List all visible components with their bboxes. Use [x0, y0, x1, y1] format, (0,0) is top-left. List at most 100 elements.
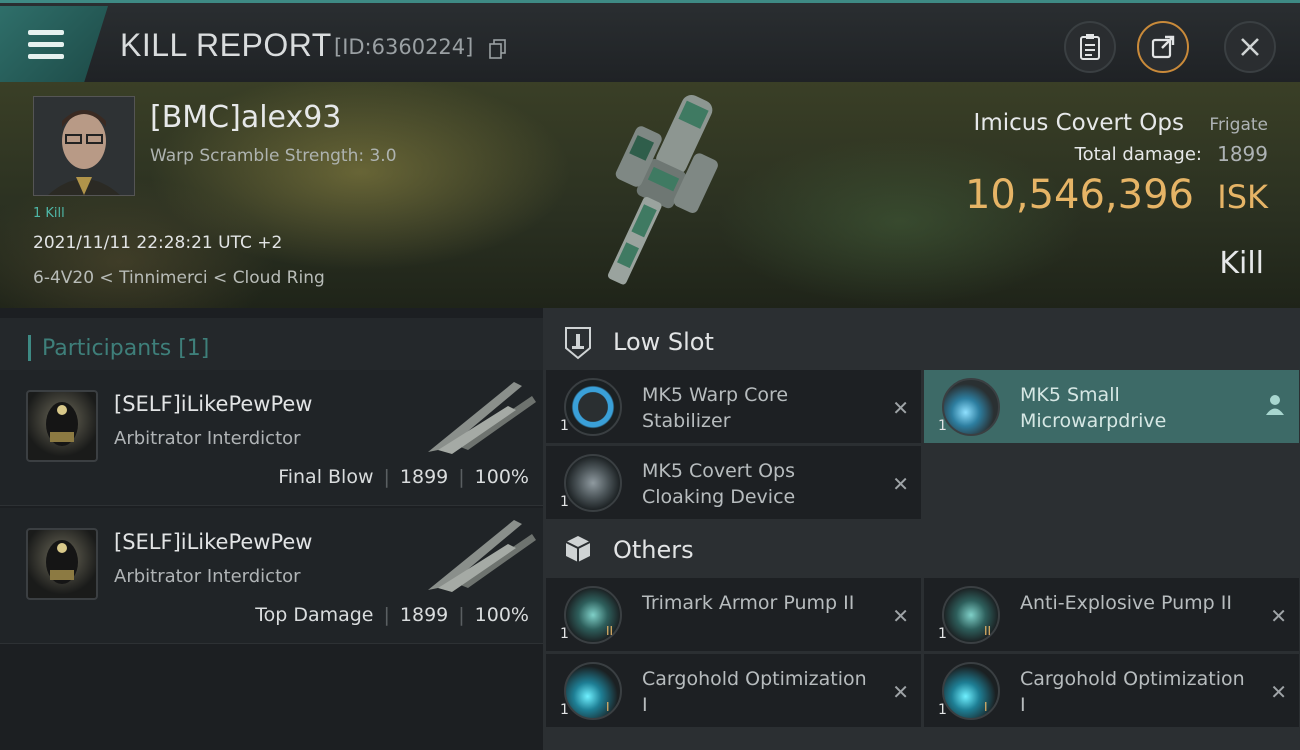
module-meta-level: II — [984, 624, 992, 638]
participant-ship-image — [428, 382, 536, 454]
participant-row[interactable]: [SELF]iLikePewPew Arbitrator Interdictor… — [0, 370, 543, 506]
module-item[interactable]: 1 I Cargohold Optimization I ✕ — [924, 654, 1299, 727]
helmet-icon — [46, 402, 78, 446]
close-icon — [1241, 38, 1259, 56]
participant-ship: Arbitrator Interdictor — [114, 428, 301, 449]
clipboard-icon — [1080, 34, 1100, 60]
menu-icon — [28, 30, 64, 35]
module-quantity: 1 — [938, 702, 947, 718]
others-header: Others — [543, 522, 1300, 578]
participant-tag: Final Blow — [278, 466, 374, 488]
participant-stats: Final Blow | 1899 | 100% — [278, 466, 529, 488]
module-meta-level: I — [606, 700, 610, 714]
module-item[interactable]: 1 MK5 Small Microwarpdrive — [924, 370, 1299, 443]
kill-count-tag: 1 Kill — [33, 206, 65, 221]
isk-unit: ISK — [1217, 178, 1268, 216]
result-label: Kill — [1219, 246, 1264, 281]
module-quantity: 1 — [560, 418, 569, 434]
module-item[interactable]: 1 MK5 Warp Core Stabilizer ✕ — [546, 370, 921, 443]
armor-pump-icon — [942, 586, 1000, 644]
participant-stats: Top Damage | 1899 | 100% — [255, 604, 529, 626]
participant-ship: Arbitrator Interdictor — [114, 566, 301, 587]
copy-icon[interactable] — [489, 39, 507, 59]
destroyed-icon: ✕ — [892, 472, 909, 496]
module-name: Cargohold Optimization I — [642, 668, 867, 716]
module-quantity: 1 — [560, 626, 569, 642]
destroyed-icon: ✕ — [1270, 680, 1287, 704]
others-title: Others — [613, 536, 694, 564]
module-quantity: 1 — [560, 702, 569, 718]
module-item[interactable]: 1 II Anti-Explosive Pump II ✕ — [924, 578, 1299, 651]
destroyed-icon: ✕ — [892, 680, 909, 704]
module-quantity: 1 — [938, 626, 947, 642]
clipboard-button[interactable] — [1064, 21, 1116, 73]
participant-name: [SELF]iLikePewPew — [114, 530, 313, 554]
victim-pilot-name[interactable]: [BMC]alex93 — [150, 100, 341, 135]
participant-damage: 1899 — [399, 604, 449, 626]
kill-location[interactable]: 6-4V20 < Tinnimerci < Cloud Ring — [33, 268, 325, 288]
destroyed-icon: ✕ — [1270, 604, 1287, 628]
module-item[interactable]: 1 I Cargohold Optimization I ✕ — [546, 654, 921, 727]
victim-ship-image — [608, 94, 718, 285]
menu-button[interactable] — [0, 6, 108, 82]
total-damage-value: 1899 — [1217, 142, 1268, 166]
participant-percent: 100% — [474, 466, 529, 488]
divider: | — [383, 604, 390, 626]
module-name: Trimark Armor Pump II — [642, 592, 855, 614]
victim-ship-name[interactable]: Imicus Covert Ops — [974, 110, 1184, 136]
isk-value: 10,546,396 — [964, 172, 1194, 218]
microwarpdrive-icon — [942, 378, 1000, 436]
close-button[interactable] — [1224, 21, 1276, 73]
cargohold-icon — [942, 662, 1000, 720]
participant-tag: Top Damage — [255, 604, 374, 626]
module-name: MK5 Warp Core Stabilizer — [642, 384, 789, 432]
total-damage-label: Total damage: — [1074, 144, 1202, 165]
module-name: MK5 Small Microwarpdrive — [1020, 384, 1167, 432]
participant-percent: 100% — [474, 604, 529, 626]
participants-header: Participants [1] — [0, 318, 543, 374]
module-item[interactable]: 1 II Trimark Armor Pump II ✕ — [546, 578, 921, 651]
destroyed-icon: ✕ — [892, 604, 909, 628]
warp-core-stabilizer-icon — [564, 378, 622, 436]
participant-row[interactable]: [SELF]iLikePewPew Arbitrator Interdictor… — [0, 508, 543, 644]
menu-icon-bar — [28, 54, 64, 59]
pilot-avatar — [34, 97, 134, 195]
victim-portrait[interactable] — [33, 96, 135, 196]
dropped-user-icon — [1266, 395, 1284, 415]
participant-name: [SELF]iLikePewPew — [114, 392, 313, 416]
participant-damage: 1899 — [399, 466, 449, 488]
victim-summary: [BMC]alex93 Warp Scramble Strength: 3.0 … — [0, 82, 1300, 308]
participants-panel: Participants [1] [SELF]iLikePewPew Arbit… — [0, 308, 543, 750]
helmet-icon — [46, 540, 78, 584]
module-name: MK5 Covert Ops Cloaking Device — [642, 460, 796, 508]
top-bar: KILL REPORT [ID:6360224] — [0, 0, 1300, 82]
module-name: Anti-Explosive Pump II — [1020, 592, 1232, 614]
divider: | — [383, 466, 390, 488]
participant-avatar — [26, 390, 98, 462]
low-slot-icon — [565, 327, 591, 360]
module-quantity: 1 — [938, 418, 947, 434]
cloaking-device-icon — [564, 454, 622, 512]
menu-icon-bar — [28, 42, 64, 47]
report-id: [ID:6360224] — [334, 35, 474, 59]
participant-avatar — [26, 528, 98, 600]
warp-scramble-strength: Warp Scramble Strength: 3.0 — [150, 146, 397, 166]
low-slot-title: Low Slot — [613, 328, 714, 356]
victim-ship-class: Frigate — [1209, 115, 1268, 135]
module-quantity: 1 — [560, 494, 569, 510]
low-slot-header: Low Slot — [543, 314, 1300, 370]
module-meta-level: I — [984, 700, 988, 714]
divider: | — [458, 466, 465, 488]
share-button[interactable] — [1137, 21, 1189, 73]
divider: | — [458, 604, 465, 626]
module-meta-level: II — [606, 624, 614, 638]
module-item[interactable]: 1 MK5 Covert Ops Cloaking Device ✕ — [546, 446, 921, 519]
participants-title: Participants [1] — [42, 336, 210, 361]
cube-icon — [565, 536, 591, 562]
share-icon — [1151, 35, 1175, 59]
cargohold-icon — [564, 662, 622, 720]
module-name: Cargohold Optimization I — [1020, 668, 1245, 716]
participant-ship-image — [428, 520, 536, 592]
section-accent — [28, 335, 31, 361]
armor-pump-icon — [564, 586, 622, 644]
